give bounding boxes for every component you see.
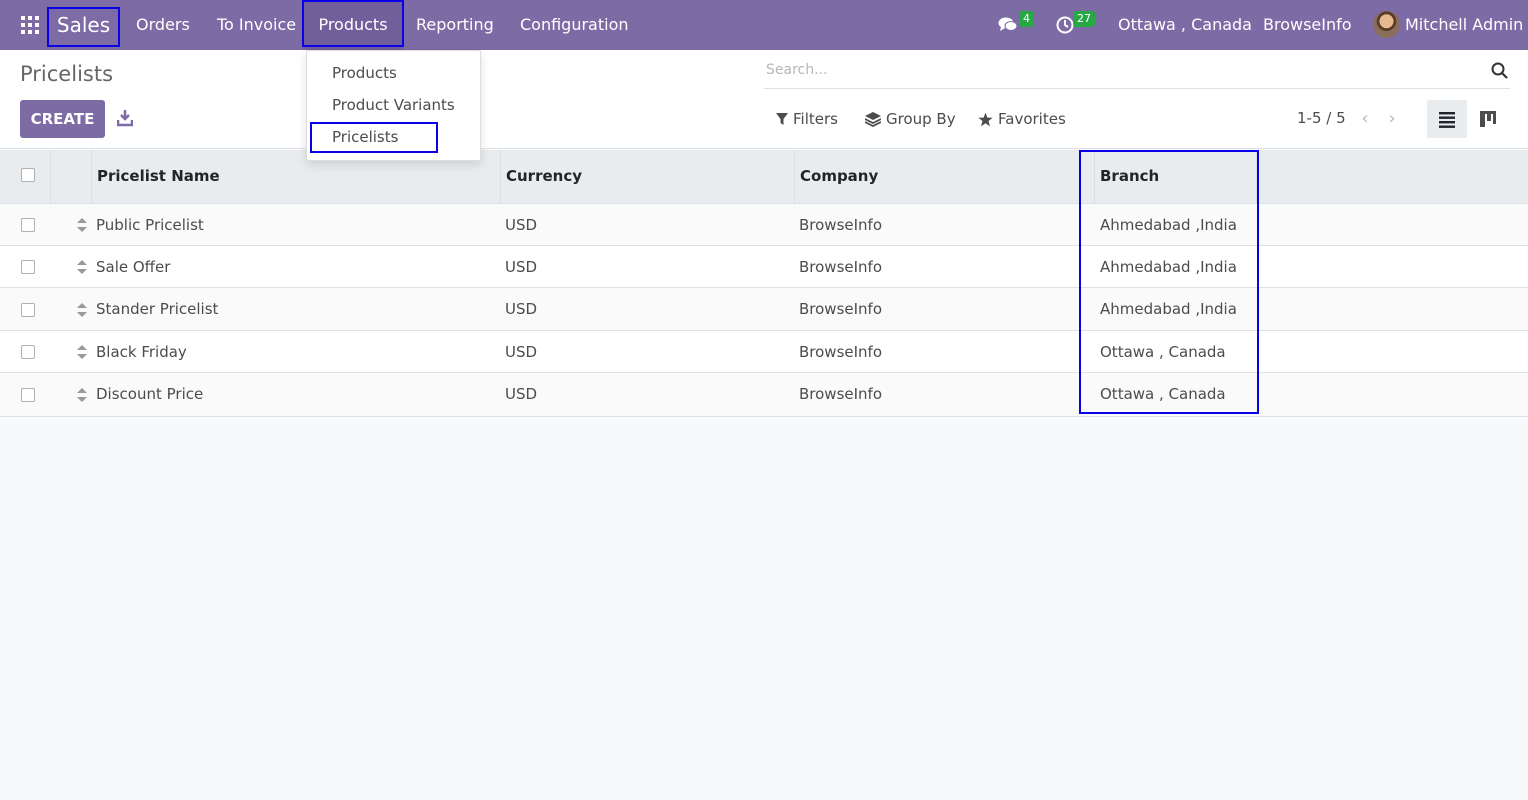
chat-icon[interactable] xyxy=(998,0,1018,50)
cell-company: BrowseInfo xyxy=(799,385,883,403)
drag-handle-icon[interactable] xyxy=(77,388,87,402)
cell-branch: Ottawa , Canada xyxy=(1100,343,1226,361)
menu-products[interactable]: Products xyxy=(303,0,403,50)
kanban-view-button[interactable] xyxy=(1469,100,1509,138)
cell-company: BrowseInfo xyxy=(799,216,883,234)
group-by-button[interactable]: Group By xyxy=(865,108,956,130)
chevron-left-icon[interactable]: ‹ xyxy=(1356,108,1374,130)
column-separator xyxy=(91,150,92,204)
column-header-currency[interactable]: Currency xyxy=(506,150,582,204)
user-menu[interactable]: Mitchell Admin xyxy=(1405,0,1523,50)
branch-switcher[interactable]: Ottawa , Canada xyxy=(1118,0,1252,50)
row-checkbox[interactable] xyxy=(21,345,35,359)
cell-branch: Ahmedabad ,India xyxy=(1100,300,1237,318)
column-separator xyxy=(500,150,501,204)
download-icon[interactable] xyxy=(116,109,134,127)
dropdown-item-pricelists[interactable]: Pricelists xyxy=(332,128,398,146)
table-row[interactable]: Stander Pricelist USD BrowseInfo Ahmedab… xyxy=(0,288,1528,331)
select-all-checkbox[interactable] xyxy=(21,168,35,182)
table-row[interactable]: Discount Price USD BrowseInfo Ottawa , C… xyxy=(0,373,1528,417)
cell-company: BrowseInfo xyxy=(799,258,883,276)
column-header-branch[interactable]: Branch xyxy=(1100,150,1159,204)
cell-pricelist-name: Sale Offer xyxy=(96,258,171,276)
favorites-button[interactable]: Favorites xyxy=(978,108,1066,130)
cell-currency: USD xyxy=(505,343,538,361)
menu-reporting[interactable]: Reporting xyxy=(416,0,494,50)
cell-pricelist-name: Public Pricelist xyxy=(96,216,204,234)
table-row[interactable]: Public Pricelist USD BrowseInfo Ahmedaba… xyxy=(0,204,1528,246)
page-title: Pricelists xyxy=(20,62,114,86)
cell-currency: USD xyxy=(505,300,538,318)
column-separator xyxy=(1256,150,1257,204)
row-checkbox[interactable] xyxy=(21,388,35,402)
app-name[interactable]: Sales xyxy=(48,0,119,50)
activities-badge: 27 xyxy=(1073,11,1095,27)
star-icon xyxy=(978,112,993,126)
chevron-right-icon[interactable]: › xyxy=(1383,108,1401,130)
search-input[interactable] xyxy=(766,62,1466,78)
filters-button[interactable]: Filters xyxy=(776,108,838,130)
row-checkbox[interactable] xyxy=(21,303,35,317)
company-switcher[interactable]: BrowseInfo xyxy=(1263,0,1352,50)
menu-configuration[interactable]: Configuration xyxy=(520,0,629,50)
cell-pricelist-name: Stander Pricelist xyxy=(96,300,219,318)
menu-to-invoice[interactable]: To Invoice xyxy=(217,0,296,50)
cell-pricelist-name: Discount Price xyxy=(96,385,204,403)
pager-value[interactable]: 1-5 / 5 xyxy=(1297,109,1346,127)
kanban-icon xyxy=(1480,111,1496,127)
table-header: Pricelist Name Currency Company Branch xyxy=(0,150,1528,204)
cell-branch: Ahmedabad ,India xyxy=(1100,216,1237,234)
products-dropdown-menu: Products Product Variants Pricelists xyxy=(306,50,481,161)
table-row[interactable]: Sale Offer USD BrowseInfo Ahmedabad ,Ind… xyxy=(0,246,1528,288)
cell-branch: Ottawa , Canada xyxy=(1100,385,1226,403)
cell-company: BrowseInfo xyxy=(799,343,883,361)
user-avatar[interactable] xyxy=(1373,11,1400,38)
cell-currency: USD xyxy=(505,258,538,276)
cell-pricelist-name: Black Friday xyxy=(96,343,187,361)
group-by-label: Group By xyxy=(886,110,956,128)
cell-currency: USD xyxy=(505,216,538,234)
layers-icon xyxy=(865,111,881,127)
search-icon[interactable] xyxy=(1491,62,1509,80)
drag-handle-icon[interactable] xyxy=(77,218,87,232)
row-checkbox[interactable] xyxy=(21,260,35,274)
column-separator xyxy=(1094,150,1095,204)
favorites-label: Favorites xyxy=(998,110,1066,128)
column-header-company[interactable]: Company xyxy=(800,150,878,204)
drag-handle-icon[interactable] xyxy=(77,345,87,359)
cell-branch: Ahmedabad ,India xyxy=(1100,258,1237,276)
column-separator xyxy=(794,150,795,204)
search-bar xyxy=(764,56,1510,89)
list-view-button[interactable] xyxy=(1427,100,1467,138)
filters-label: Filters xyxy=(793,110,838,128)
messages-badge: 4 xyxy=(1019,11,1034,27)
column-header-pricelist-name[interactable]: Pricelist Name xyxy=(97,150,220,204)
cell-currency: USD xyxy=(505,385,538,403)
list-icon xyxy=(1439,112,1455,128)
create-button[interactable]: CREATE xyxy=(20,100,105,138)
menu-orders[interactable]: Orders xyxy=(136,0,190,50)
top-navbar: Sales Orders To Invoice Products Reporti… xyxy=(0,0,1528,50)
dropdown-item-product-variants[interactable]: Product Variants xyxy=(332,96,455,114)
activity-clock-icon[interactable] xyxy=(1056,0,1074,50)
drag-handle-icon[interactable] xyxy=(77,260,87,274)
cell-company: BrowseInfo xyxy=(799,300,883,318)
table-row[interactable]: Black Friday USD BrowseInfo Ottawa , Can… xyxy=(0,331,1528,373)
dropdown-item-products[interactable]: Products xyxy=(332,64,397,82)
app-grid-icon[interactable] xyxy=(21,16,39,34)
filter-icon xyxy=(776,112,788,125)
drag-handle-icon[interactable] xyxy=(77,303,87,317)
column-separator xyxy=(50,150,51,204)
row-checkbox[interactable] xyxy=(21,218,35,232)
